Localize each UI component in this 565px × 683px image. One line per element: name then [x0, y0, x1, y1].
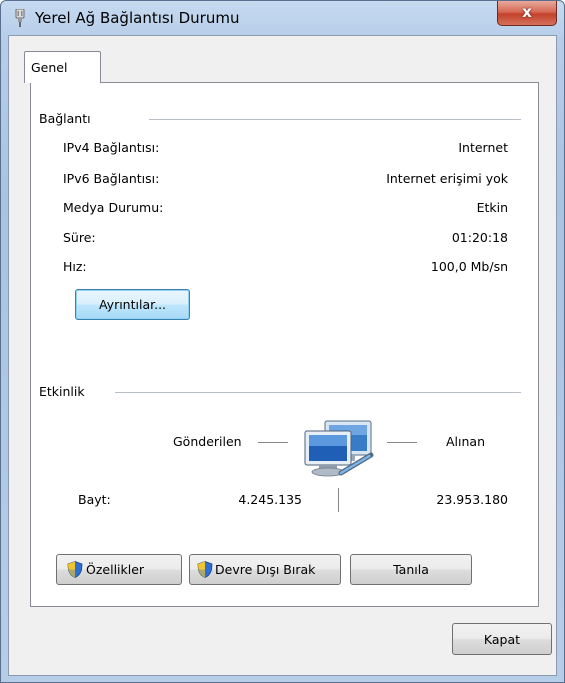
bytes-divider — [338, 488, 339, 512]
connection-group-divider — [149, 119, 521, 120]
bytes-received-value: 23.953.180 — [436, 492, 508, 507]
media-state-value: Etkin — [476, 200, 508, 215]
received-line — [387, 442, 417, 443]
details-button[interactable]: Ayrıntılar... — [75, 289, 190, 320]
speed-value: 100,0 Mb/sn — [430, 259, 508, 274]
diagnose-button-label: Tanıla — [393, 562, 429, 577]
ipv4-value: Internet — [458, 140, 508, 155]
duration-value: 01:20:18 — [451, 230, 508, 245]
media-state-label: Medya Durumu: — [63, 200, 164, 215]
close-button[interactable]: Kapat — [452, 623, 552, 655]
ipv6-label: IPv6 Bağlantısı: — [63, 171, 160, 186]
disable-button-label: Devre Dışı Bırak — [215, 562, 316, 577]
sent-label: Gönderilen — [173, 434, 242, 449]
window-close-button[interactable]: x — [497, 1, 557, 26]
connection-group-label: Bağlantı — [39, 111, 91, 126]
properties-button-label: Özellikler — [86, 562, 145, 577]
tab-label: Genel — [31, 60, 68, 75]
window-title: Yerel Ağ Bağlantısı Durumu — [35, 9, 240, 27]
disable-button[interactable]: Devre Dışı Bırak — [189, 554, 341, 585]
speed-label: Hız: — [63, 259, 87, 274]
diagnose-button[interactable]: Tanıla — [350, 554, 472, 585]
title-bar[interactable]: Yerel Ağ Bağlantısı Durumu x — [1, 1, 564, 35]
network-plug-icon — [15, 9, 25, 27]
properties-button[interactable]: Özellikler — [56, 554, 182, 585]
activity-group-label: Etkinlik — [39, 384, 85, 399]
activity-group-divider — [115, 392, 521, 393]
dialog-window: Yerel Ağ Bağlantısı Durumu x Genel Bağla… — [0, 0, 565, 683]
ipv4-label: IPv4 Bağlantısı: — [63, 140, 160, 155]
sent-line — [258, 442, 288, 443]
uac-shield-icon — [67, 561, 83, 578]
details-button-label: Ayrıntılar... — [98, 297, 167, 312]
bytes-sent-value: 4.245.135 — [238, 492, 302, 507]
close-button-label: Kapat — [483, 631, 521, 647]
bytes-label: Bayt: — [78, 492, 111, 507]
duration-label: Süre: — [63, 230, 96, 245]
tab-panel — [30, 82, 539, 607]
tab-genel[interactable]: Genel — [24, 51, 101, 83]
ipv6-value: Internet erişimi yok — [386, 171, 508, 186]
received-label: Alınan — [446, 434, 486, 449]
uac-shield-icon — [197, 561, 213, 578]
network-computers-icon — [304, 420, 374, 477]
